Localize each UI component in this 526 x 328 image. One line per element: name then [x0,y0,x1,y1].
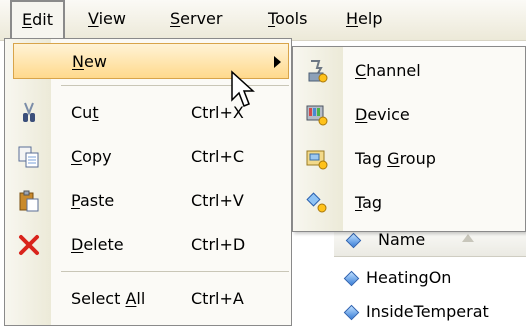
menu-item-new-label: New [72,52,107,71]
menu-item-select-all-label: Select All [71,289,146,308]
submenu-item-device-label: Device [355,105,410,124]
mouse-pointer-icon [231,70,255,107]
menu-tools-mnemonic: T [268,9,276,28]
tag-icon [306,192,327,213]
tag-group-icon [306,150,328,170]
list-item[interactable]: HeatingOn [334,262,526,294]
menu-server-mnemonic: S [170,9,181,28]
tag-icon [345,232,362,249]
menu-item-copy-shortcut: Ctrl+C [191,147,245,166]
delete-x-icon [19,235,39,255]
menu-help[interactable]: Help [336,0,392,40]
menu-item-copy[interactable]: Copy Ctrl+C [5,137,291,177]
submenu-item-device[interactable]: Device [293,93,525,137]
list-item-label: InsideTemperat [366,302,489,321]
menu-item-paste[interactable]: Paste Ctrl+V [5,181,291,221]
column-header-label: Name [378,230,426,249]
scissors-icon [23,102,35,122]
submenu-item-channel-label: Channel [355,61,421,80]
menu-view[interactable]: View [78,0,136,40]
copy-icon [18,146,39,168]
clipboard-paste-icon [19,190,39,212]
menu-edit-rest: dit [32,10,53,29]
submenu-item-tag-label: Tag [355,193,383,212]
menu-separator [61,271,289,272]
menu-view-rest: iew [98,9,126,28]
menu-help-rest: elp [358,9,383,28]
menu-edit[interactable]: Edit [10,0,65,40]
menu-bar: Edit View Server Tools Help [0,0,526,41]
menu-item-select-all[interactable]: Select All Ctrl+A [5,279,291,319]
menu-item-delete[interactable]: Delete Ctrl+D [5,225,291,265]
menu-item-paste-shortcut: Ctrl+V [191,191,244,210]
menu-tools-rest: ools [275,9,308,28]
submenu-item-tag-group[interactable]: Tag Group [293,137,525,181]
menu-view-mnemonic: V [88,9,99,28]
new-submenu: Channel Device Tag Group Tag [292,46,526,232]
tag-icon [343,304,360,321]
menu-item-paste-label: Paste [71,191,115,210]
channel-icon [308,60,328,83]
sort-ascending-icon [462,234,474,242]
menu-item-copy-label: Copy [71,147,112,166]
menu-edit-mnemonic: E [22,10,33,29]
submenu-item-tag-group-label: Tag Group [355,149,436,168]
menu-item-delete-label: Delete [71,235,124,254]
submenu-arrow-icon [274,56,281,68]
menu-item-cut-label: Cut [71,103,99,122]
tag-list-pane: Name HeatingOn InsideTemperat [334,220,526,326]
submenu-item-channel[interactable]: Channel [293,49,525,93]
list-item[interactable]: InsideTemperat [334,296,526,328]
device-icon [306,105,328,126]
menu-server-rest: erver [180,9,223,28]
submenu-item-tag[interactable]: Tag [293,181,525,225]
list-item-label: HeatingOn [366,268,452,287]
menu-item-select-all-shortcut: Ctrl+A [191,289,244,308]
tag-icon [343,270,360,287]
menu-tools[interactable]: Tools [258,0,317,40]
menu-help-mnemonic: H [346,9,359,28]
menu-item-delete-shortcut: Ctrl+D [191,235,246,254]
menu-server[interactable]: Server [160,0,232,40]
